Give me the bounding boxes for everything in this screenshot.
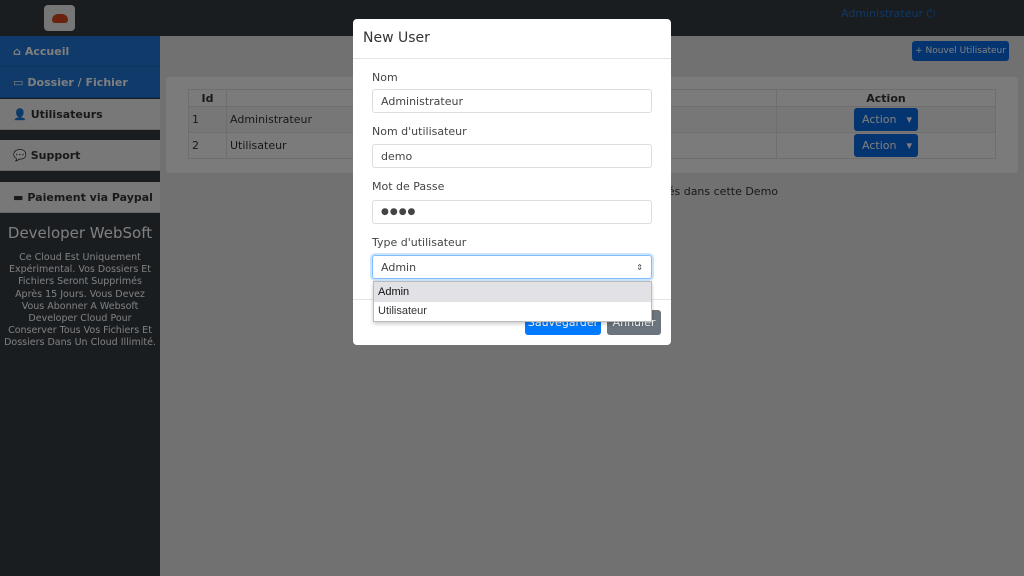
select-arrows-icon: ⇕ xyxy=(636,262,643,272)
nom-input[interactable]: Administrateur xyxy=(372,89,652,113)
username-input[interactable]: demo xyxy=(372,144,652,168)
select-value: Admin xyxy=(381,260,417,274)
label-username: Nom d'utilisateur xyxy=(372,125,467,138)
option-admin[interactable]: Admin xyxy=(374,282,651,302)
user-type-select[interactable]: Admin ⇕ xyxy=(372,255,652,279)
label-user-type: Type d'utilisateur xyxy=(372,236,467,249)
password-input[interactable]: ●●●● xyxy=(372,200,652,224)
label-password: Mot de Passe xyxy=(372,180,445,193)
label-nom: Nom xyxy=(372,71,398,84)
user-type-options: Admin Utilisateur xyxy=(373,281,652,322)
modal-title: New User xyxy=(353,19,671,59)
option-utilisateur[interactable]: Utilisateur xyxy=(374,302,651,322)
